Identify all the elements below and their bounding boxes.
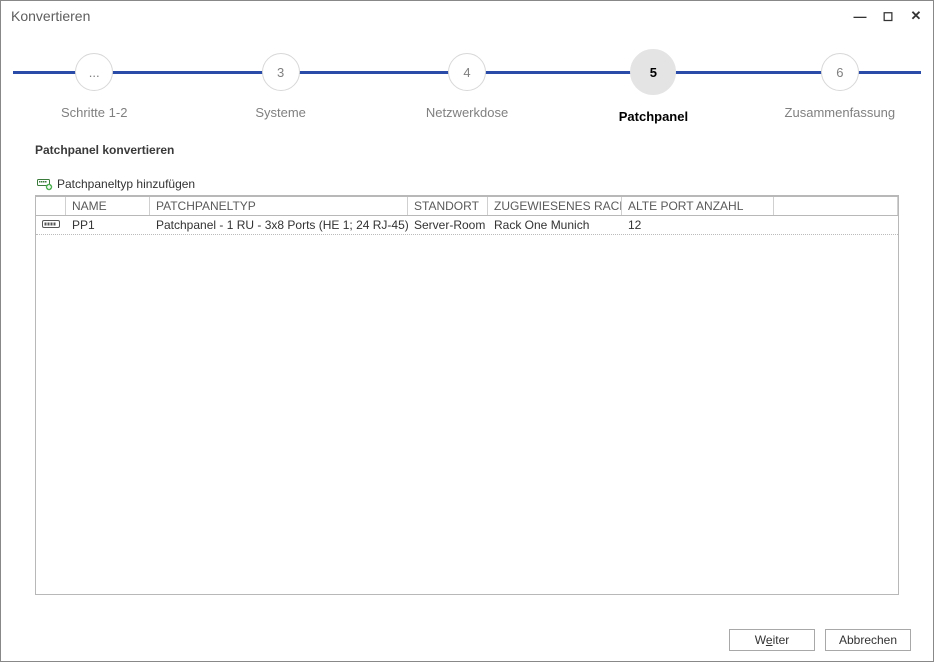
step-circle: 4 <box>448 53 486 91</box>
header-rack[interactable]: ZUGEWIESENES RACK <box>488 197 622 215</box>
step-circle: 3 <box>262 53 300 91</box>
cell-type: Patchpanel - 1 RU - 3x8 Ports (HE 1; 24 … <box>150 216 408 234</box>
step-circle: 6 <box>821 53 859 91</box>
step-label: Schritte 1-2 <box>61 105 127 120</box>
header-ports[interactable]: ALTE PORT ANZAHL <box>622 197 774 215</box>
stepper: ... Schritte 1-2 3 Systeme 4 Netzwerkdose 5 Pat… <box>1 35 933 125</box>
step-label: Systeme <box>255 105 306 120</box>
cell-spacer <box>774 216 898 234</box>
grid-header: NAME PATCHPANELTYP STANDORT ZUGEWIESENES… <box>36 196 898 216</box>
titlebar: Konvertieren — ◻ ✕ <box>1 1 933 31</box>
toolbar-add-label: Patchpaneltyp hinzufügen <box>57 177 195 191</box>
next-button[interactable]: Weiter <box>729 629 815 651</box>
step-label: Patchpanel <box>619 109 688 124</box>
step-circle: ... <box>75 53 113 91</box>
header-type[interactable]: PATCHPANELTYP <box>150 197 408 215</box>
cell-rack: Rack One Munich <box>488 216 622 234</box>
step-1[interactable]: ... Schritte 1-2 <box>1 35 187 124</box>
header-location[interactable]: STANDORT <box>408 197 488 215</box>
minimize-icon[interactable]: — <box>851 9 869 24</box>
cell-name: PP1 <box>66 216 150 234</box>
cell-ports: 12 <box>622 216 774 234</box>
step-3[interactable]: 4 Netzwerkdose <box>374 35 560 124</box>
step-label: Zusammenfassung <box>785 105 896 120</box>
footer-buttons: Weiter Abbrechen <box>729 629 911 651</box>
data-grid: NAME PATCHPANELTYP STANDORT ZUGEWIESENES… <box>35 195 899 595</box>
table-row[interactable]: PP1Patchpanel - 1 RU - 3x8 Ports (HE 1; … <box>36 216 898 235</box>
section-title: Patchpanel konvertieren <box>35 143 899 157</box>
close-icon[interactable]: ✕ <box>907 8 925 24</box>
toolbar-add-patchpaneltype[interactable]: Patchpaneltyp hinzufügen <box>35 175 899 195</box>
patchpanel-add-icon <box>37 177 53 191</box>
step-5[interactable]: 6 Zusammenfassung <box>747 35 933 124</box>
step-label: Netzwerkdose <box>426 105 508 120</box>
maximize-icon[interactable]: ◻ <box>879 8 897 24</box>
header-spacer <box>774 197 898 215</box>
step-circle: 5 <box>630 49 676 95</box>
step-2[interactable]: 3 Systeme <box>187 35 373 124</box>
window-controls: — ◻ ✕ <box>851 8 925 24</box>
header-icon-col[interactable] <box>36 197 66 215</box>
step-4[interactable]: 5 Patchpanel <box>560 35 746 124</box>
header-name[interactable]: NAME <box>66 197 150 215</box>
patchpanel-icon <box>42 220 60 230</box>
row-icon-cell <box>36 216 66 234</box>
window-title: Konvertieren <box>11 8 90 24</box>
cell-location: Server-Room <box>408 216 488 234</box>
cancel-button[interactable]: Abbrechen <box>825 629 911 651</box>
